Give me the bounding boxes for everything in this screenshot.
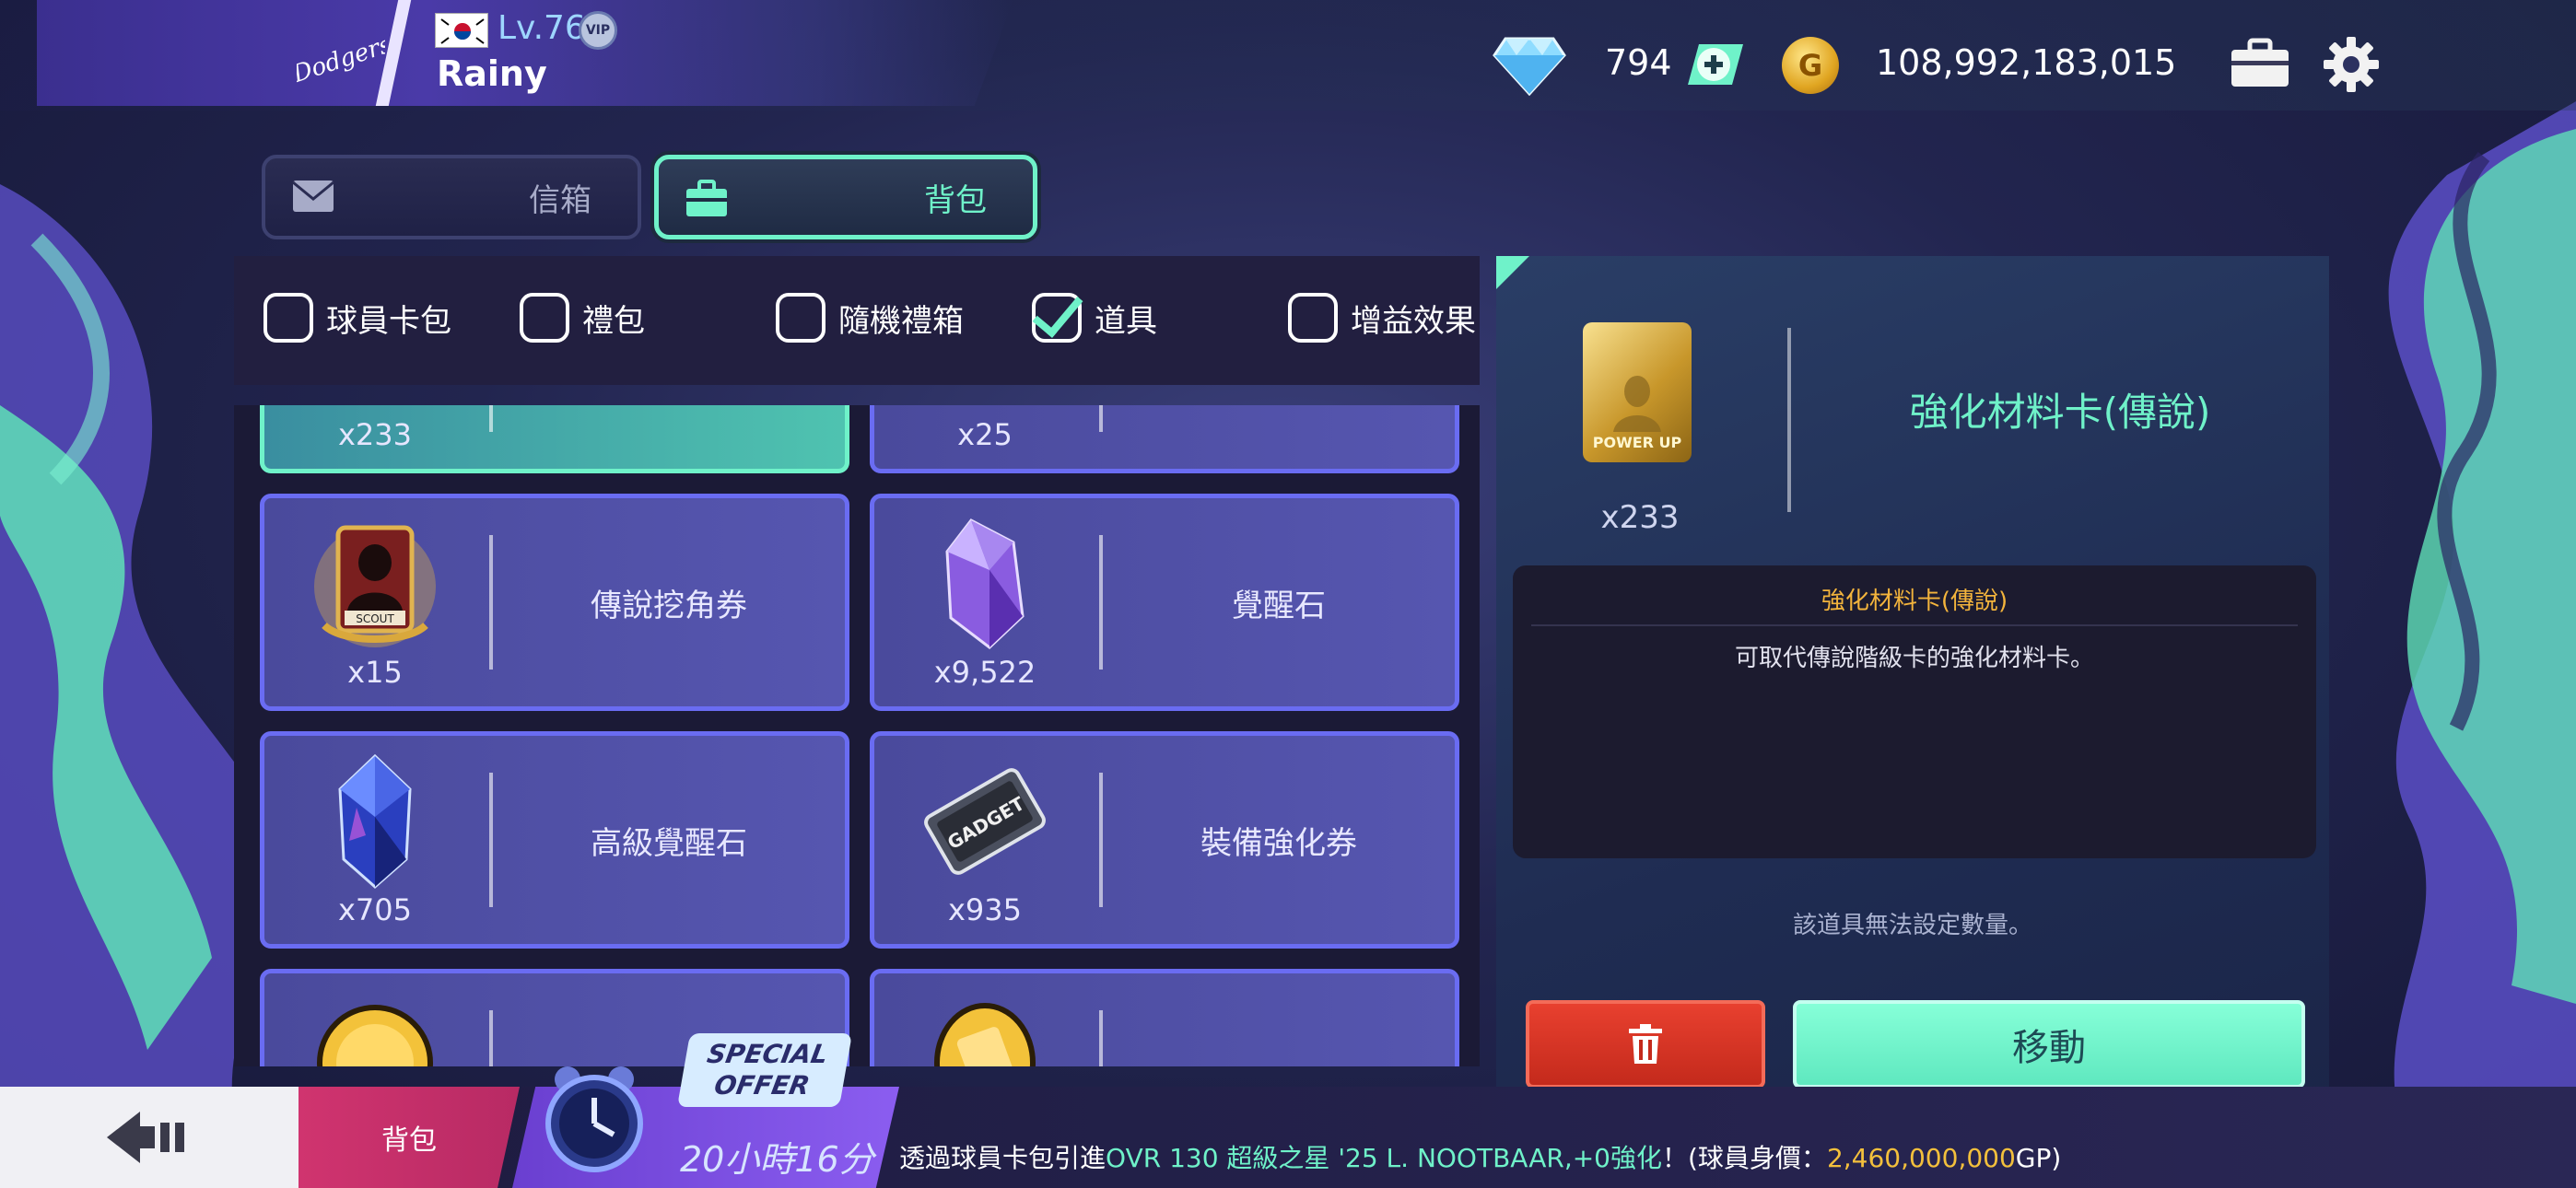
power-up-card-icon: POWER UP — [1583, 322, 1692, 462]
item-qty: x233 — [337, 417, 412, 452]
quantity-note: 該道具無法設定數量。 — [1792, 912, 2032, 939]
item-card[interactable]: x25 — [870, 405, 1459, 473]
vip-badge[interactable]: VIP — [579, 11, 617, 50]
item-card[interactable] — [870, 969, 1459, 1066]
item-qty: x705 — [337, 892, 412, 927]
ticker-value: 2,460,000,000 — [1826, 1143, 2016, 1173]
filter-gift-packs[interactable]: 禮包 — [520, 293, 645, 343]
player-silhouette-icon — [1613, 376, 1661, 432]
ticker-highlight: OVR 130 超級之星 '25 L. NOOTBAAR,+0強化 — [1106, 1143, 1662, 1173]
delete-button[interactable] — [1526, 1000, 1765, 1089]
dodgers-logo-icon: Dodgers — [297, 30, 385, 88]
item-name — [1103, 405, 1455, 469]
current-screen-label: 背包 — [299, 1087, 520, 1188]
trash-icon — [1629, 1024, 1662, 1064]
detail-qty: x233 — [1600, 499, 1680, 536]
diamond-icon — [1493, 37, 1566, 96]
filter-label: 增益效果 — [1351, 302, 1476, 340]
item-grid[interactable]: x233 x25 SCOUT x15 傳說挖角券 x9,522 覺醒石 x705… — [234, 405, 1480, 1066]
offer-timer: 20小時16分 — [680, 1139, 874, 1180]
move-button[interactable]: 移動 — [1793, 1000, 2305, 1089]
ticker-text: ！(球員身價： — [1662, 1143, 1827, 1173]
blue-crystal-icon — [301, 752, 449, 891]
filter-label: 禮包 — [582, 302, 645, 340]
svg-text:SCOUT: SCOUT — [356, 612, 394, 625]
add-gems-button[interactable] — [1686, 42, 1745, 87]
description-text: 可取代傳說階級卡的強化材料卡。 — [1734, 645, 2094, 672]
special-offer-badge[interactable]: SPECIAL OFFER — [676, 1033, 853, 1107]
tab-backpack-label: 背包 — [924, 181, 987, 219]
inventory-bag-button[interactable] — [2230, 37, 2290, 88]
tab-mailbox[interactable]: 信箱 — [262, 155, 641, 239]
description-divider — [1531, 624, 2298, 626]
purple-crystal-icon — [911, 515, 1059, 653]
filter-random-boxes[interactable]: 隨機禮箱 — [776, 293, 964, 343]
envelope-icon — [292, 181, 334, 212]
description-heading: 強化材料卡(傳說) — [1821, 588, 2008, 615]
item-name: 傳說挖角券 — [591, 587, 747, 624]
filter-label: 隨機禮箱 — [838, 302, 964, 340]
item-card-advanced-awakening-stone[interactable]: x705 高級覺醒石 — [260, 731, 849, 949]
ticker-text: GP) — [2015, 1143, 2062, 1173]
item-card-awakening-stone[interactable]: x9,522 覺醒石 — [870, 494, 1459, 711]
checkbox[interactable] — [263, 293, 313, 343]
filter-bar: 球員卡包 禮包 隨機禮箱 道具 增益效果 — [234, 256, 1480, 385]
checkbox[interactable] — [1288, 293, 1338, 343]
svg-text:Dodgers: Dodgers — [297, 30, 385, 88]
item-card-gear-upgrade-ticket[interactable]: GADGET x935 裝備強化券 — [870, 731, 1459, 949]
filter-label: 道具 — [1095, 302, 1157, 340]
item-name — [493, 405, 845, 469]
power-up-card-text: POWER UP — [1592, 434, 1682, 451]
checkbox[interactable] — [776, 293, 825, 343]
gold-coin-item-icon — [301, 990, 449, 1066]
offer-line-1: SPECIAL — [705, 1039, 831, 1069]
tab-mailbox-label: 信箱 — [529, 181, 591, 219]
item-card-power-up-legend[interactable]: x233 — [260, 405, 849, 473]
gold-coin-icon: G — [1782, 37, 1839, 94]
item-name: 裝備強化券 — [1200, 824, 1357, 862]
scout-ticket-icon: SCOUT — [301, 515, 449, 653]
item-card-legend-scout-ticket[interactable]: SCOUT x15 傳說挖角券 — [260, 494, 849, 711]
news-ticker: 透過球員卡包引進OVR 130 超級之星 '25 L. NOOTBAAR,+0強… — [899, 1138, 2061, 1175]
back-arrow-icon — [107, 1112, 184, 1163]
gadget-ticket-icon: GADGET — [911, 752, 1059, 891]
settings-gear-icon[interactable] — [2322, 35, 2381, 94]
filter-buffs[interactable]: 增益效果 — [1288, 293, 1476, 343]
filter-label: 球員卡包 — [326, 302, 451, 340]
detail-item-title: 強化材料卡(傳說) — [1909, 390, 2211, 435]
panel-corner-accent — [1496, 256, 1529, 289]
tab-backpack[interactable]: 背包 — [654, 155, 1037, 239]
item-name: 覺醒石 — [1232, 587, 1326, 624]
gem-count: 794 — [1605, 42, 1672, 83]
description-box: 強化材料卡(傳說) 可取代傳說階級卡的強化材料卡。 — [1513, 565, 2316, 858]
item-name: 高級覺醒石 — [591, 824, 747, 862]
item-qty: x935 — [947, 892, 1022, 927]
username: Rainy — [437, 53, 547, 94]
item-qty: x15 — [347, 655, 403, 690]
coin-count: 108,992,183,015 — [1876, 42, 2177, 83]
item-qty: x25 — [957, 417, 1013, 452]
filter-items[interactable]: 道具 — [1032, 293, 1157, 343]
back-button[interactable] — [0, 1087, 299, 1188]
item-name — [1103, 973, 1455, 1066]
ticker-text: 透過球員卡包引進 — [899, 1143, 1107, 1173]
item-qty: x9,522 — [933, 655, 1036, 690]
checkbox-checked[interactable] — [1032, 293, 1082, 343]
gold-ticket-item-icon — [911, 990, 1059, 1066]
offer-line-2: OFFER — [711, 1070, 813, 1101]
team-logo: Dodgers — [295, 9, 387, 101]
decorative-swirl-right — [2388, 101, 2576, 1151]
briefcase-icon — [686, 180, 727, 216]
korea-flag-icon — [435, 13, 488, 48]
alarm-clock-icon — [545, 1066, 643, 1172]
filter-player-packs[interactable]: 球員卡包 — [263, 293, 451, 343]
checkbox[interactable] — [520, 293, 569, 343]
player-level: Lv.76 — [498, 9, 586, 47]
